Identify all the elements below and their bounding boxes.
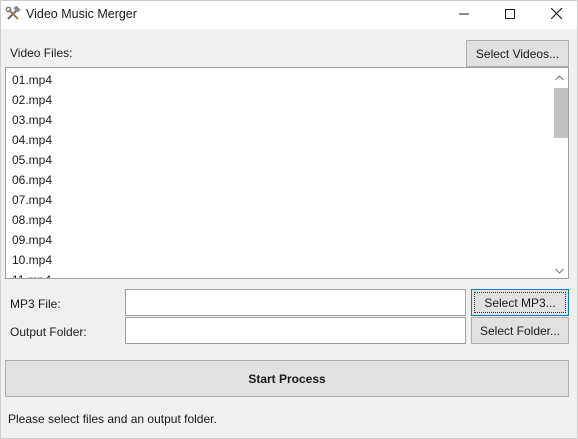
select-videos-button[interactable]: Select Videos... [466, 40, 569, 67]
maximize-button[interactable] [487, 1, 533, 29]
maximize-icon [505, 8, 515, 22]
chevron-up-icon [555, 70, 564, 84]
output-folder-label: Output Folder: [10, 325, 87, 339]
list-item[interactable]: 09.mp4 [12, 230, 52, 250]
scroll-down-button[interactable] [551, 261, 568, 278]
list-item[interactable]: 11.mp4 [12, 270, 52, 278]
client-area: Video Files: Select Videos... 01.mp4 02.m… [1, 29, 577, 438]
minimize-icon [459, 8, 469, 22]
list-scrollbar[interactable] [551, 68, 568, 278]
scroll-up-button[interactable] [551, 68, 568, 85]
window-title: Video Music Merger [26, 7, 137, 21]
mp3-file-field[interactable] [125, 289, 466, 316]
title-bar[interactable]: Video Music Merger [1, 1, 577, 29]
select-folder-button[interactable]: Select Folder... [471, 317, 569, 344]
status-bar: Please select files and an output folder… [1, 407, 577, 430]
app-window: Video Music Merger Video Files: Select V… [0, 0, 578, 439]
list-item[interactable]: 07.mp4 [12, 190, 52, 210]
list-item[interactable]: 01.mp4 [12, 70, 52, 90]
close-button[interactable] [533, 1, 578, 29]
list-item[interactable]: 06.mp4 [12, 170, 52, 190]
list-item[interactable]: 05.mp4 [12, 150, 52, 170]
hammer-wrench-icon [5, 5, 21, 22]
output-folder-field[interactable] [125, 317, 466, 344]
select-mp3-button[interactable]: Select MP3... [471, 289, 569, 316]
scroll-thumb[interactable] [554, 88, 568, 138]
list-item[interactable]: 10.mp4 [12, 250, 52, 270]
start-process-button[interactable]: Start Process [5, 360, 569, 397]
focus-rectangle [474, 292, 566, 313]
list-item[interactable]: 04.mp4 [12, 130, 52, 150]
video-files-list[interactable]: 01.mp4 02.mp4 03.mp4 04.mp4 05.mp4 06.mp4 07.m… [5, 67, 569, 279]
close-icon [550, 7, 562, 22]
list-item[interactable]: 02.mp4 [12, 90, 52, 110]
list-item[interactable]: 03.mp4 [12, 110, 52, 130]
status-text: Please select files and an output folder… [8, 412, 217, 426]
mp3-file-label: MP3 File: [10, 297, 61, 311]
video-files-label: Video Files: [10, 46, 73, 60]
video-list-items: 01.mp4 02.mp4 03.mp4 04.mp4 05.mp4 06.mp4 07.m… [12, 70, 52, 278]
minimize-button[interactable] [441, 1, 487, 29]
chevron-down-icon [555, 263, 564, 277]
list-item[interactable]: 08.mp4 [12, 210, 52, 230]
